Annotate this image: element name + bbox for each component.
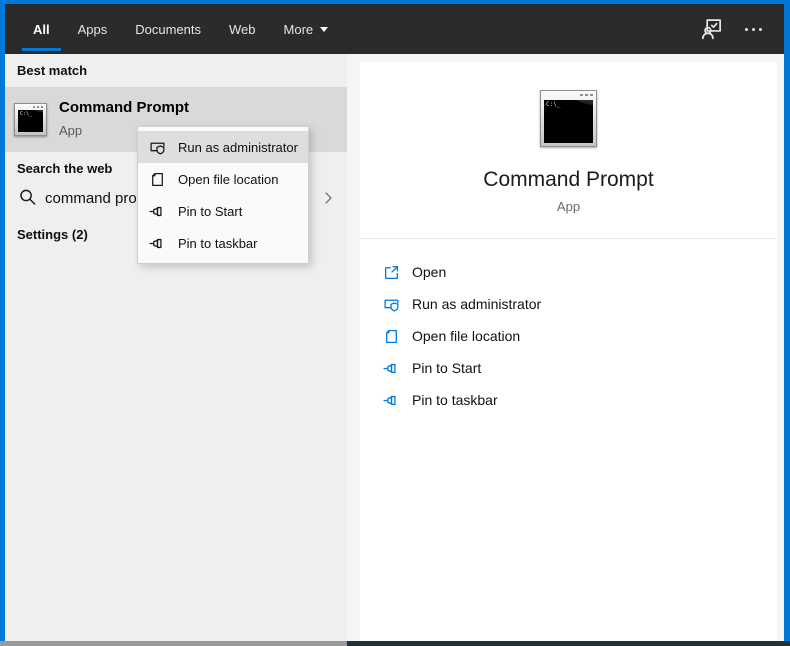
tab-documents-label: Documents [135,21,202,37]
action-open[interactable]: Open [360,256,777,288]
search-flyout-window: All Apps Documents Web More Best match C… [0,0,790,646]
tab-apps[interactable]: Apps [67,4,119,54]
window-border-bottom-left [0,641,347,646]
action-pin-to-start[interactable]: Pin to Start [360,352,777,384]
tab-all[interactable]: All [22,4,61,54]
open-icon [385,265,398,279]
more-options-icon[interactable] [743,24,764,35]
preview-app-title: Command Prompt [483,168,654,191]
tab-all-label: All [33,21,50,37]
file-location-icon [152,172,163,186]
window-border-left [0,0,5,646]
tab-more-label: More [283,21,314,37]
action-label: Pin to Start [412,360,482,376]
menu-item-pin-to-start[interactable]: Pin to Start [138,195,308,227]
context-menu: Run as administrator Open file location … [137,126,309,264]
action-label: Open file location [412,328,521,344]
best-match-title: Command Prompt [59,99,190,116]
window-border-top [0,0,790,4]
menu-item-label: Pin to taskbar [178,235,258,251]
window-border-bottom-right [347,641,790,646]
action-pin-to-taskbar[interactable]: Pin to taskbar [360,384,777,416]
tab-web-label: Web [229,21,256,37]
search-icon [20,189,36,205]
action-open-file-location[interactable]: Open file location [360,320,777,352]
best-match-type: App [59,123,83,138]
search-header: All Apps Documents Web More [5,4,784,54]
user-account-icon[interactable] [700,18,723,41]
search-query-text: command pro [45,190,137,207]
menu-item-run-as-administrator[interactable]: Run as administrator [138,131,308,163]
preview-panel: Command Prompt App Open Run as administr… [360,62,777,641]
action-label: Pin to taskbar [412,392,498,408]
filter-tabs: All Apps Documents Web More [22,4,345,54]
tab-documents[interactable]: Documents [124,4,212,54]
menu-item-open-file-location[interactable]: Open file location [138,163,308,195]
preview-app-type: App [556,199,581,214]
pin-icon [149,206,162,216]
best-match-heading: Best match [17,63,88,78]
pin-icon [149,238,162,248]
admin-shield-icon [384,299,399,312]
command-prompt-icon-large [540,90,597,147]
tab-apps-label: Apps [77,21,108,37]
command-prompt-icon [14,103,47,136]
action-run-as-administrator[interactable]: Run as administrator [360,288,777,320]
file-location-icon [386,329,397,343]
chevron-right-icon[interactable] [320,190,336,206]
window-border-right [784,0,790,646]
menu-item-label: Pin to Start [178,203,243,219]
menu-item-label: Open file location [178,171,279,187]
preview-actions: Open Run as administrator Open file loca… [360,256,777,416]
search-web-heading: Search the web [17,161,113,176]
tab-more[interactable]: More [273,4,340,54]
tab-web[interactable]: Web [218,4,267,54]
settings-heading: Settings (2) [17,227,88,242]
chevron-down-icon [320,26,329,32]
menu-item-label: Run as administrator [178,139,298,155]
pin-icon [383,395,396,405]
divider [360,238,777,239]
action-label: Run as administrator [412,296,542,312]
admin-shield-icon [150,142,165,155]
action-label: Open [412,264,447,280]
menu-item-pin-to-taskbar[interactable]: Pin to taskbar [138,227,308,259]
pin-icon [383,363,396,373]
